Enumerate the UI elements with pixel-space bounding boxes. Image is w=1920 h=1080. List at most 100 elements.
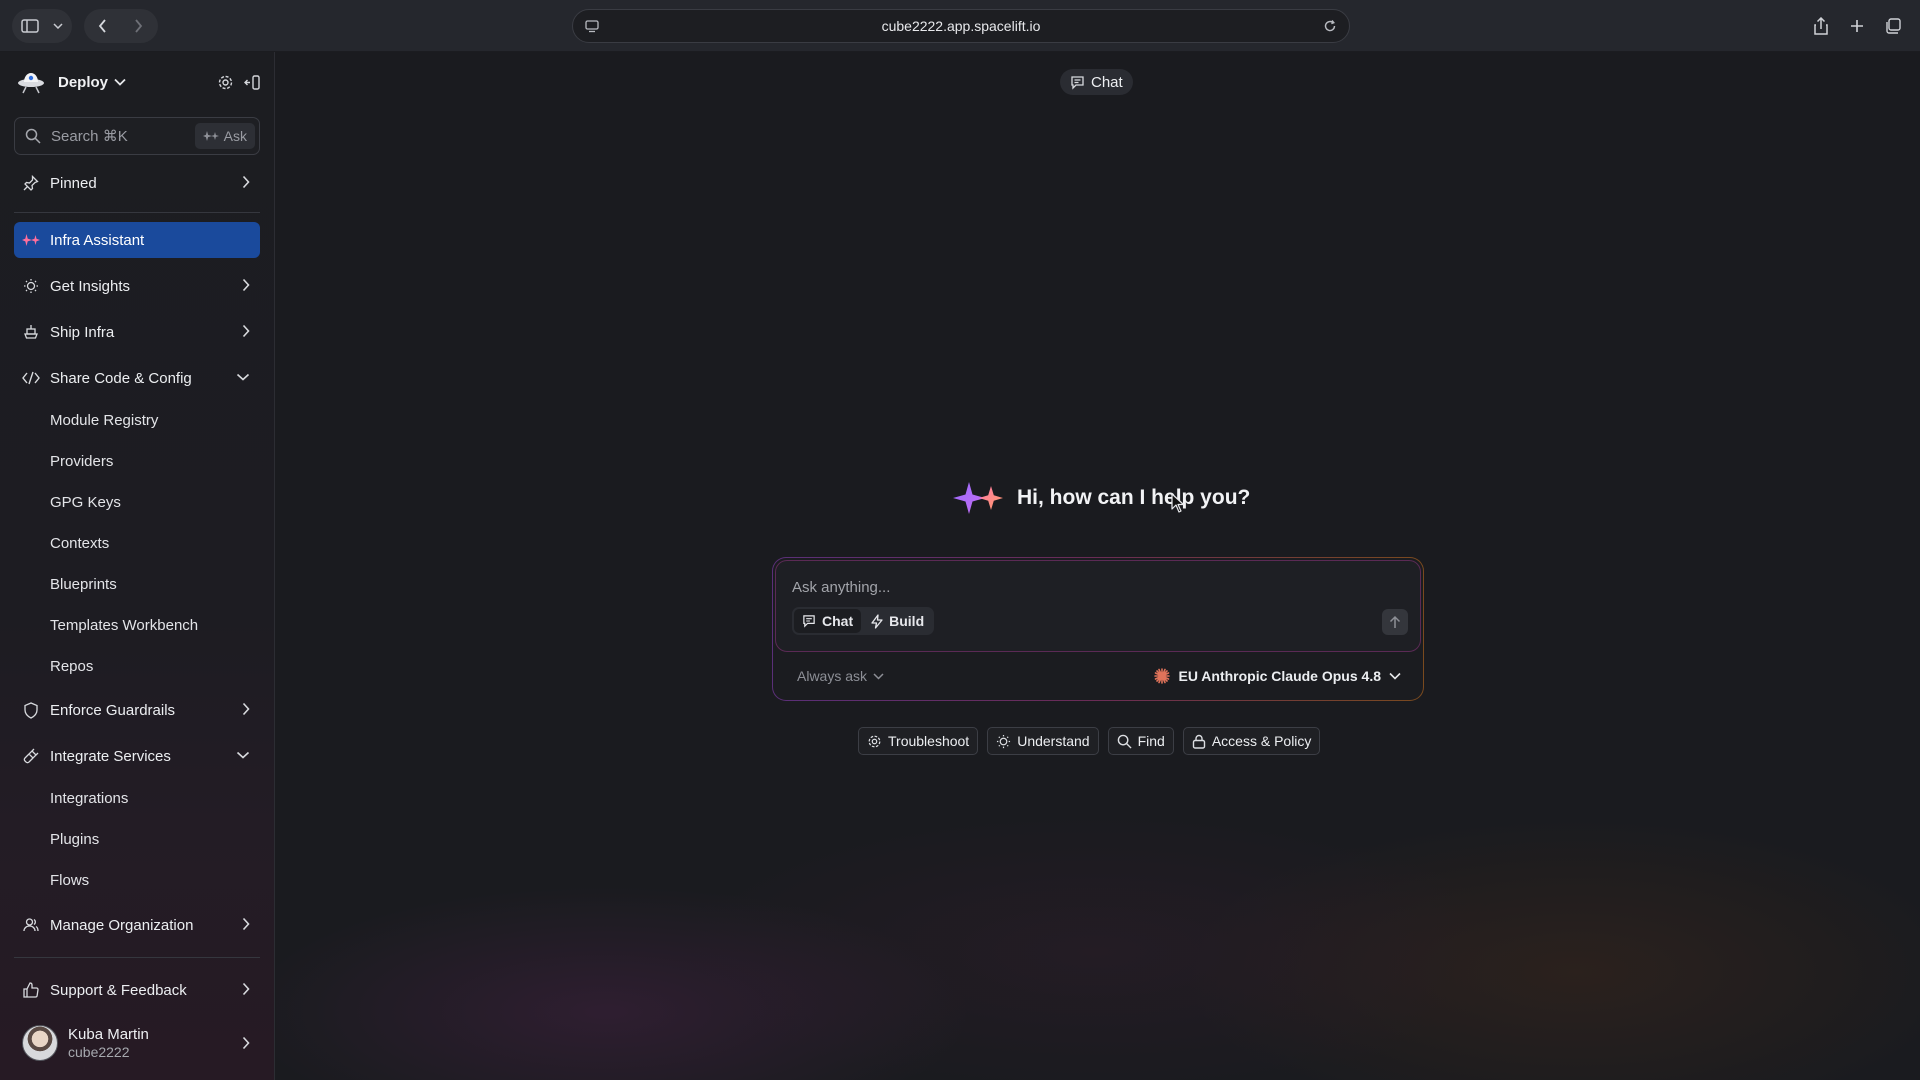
sidebar-subitem-repos[interactable]: Repos [50,652,93,680]
shield-icon [22,701,40,719]
sidebar-item-support-feedback[interactable]: Support & Feedback [14,972,260,1008]
sidebar-search[interactable]: Search ⌘K Ask [14,117,260,155]
chevron-down-icon [873,672,884,680]
tab-label: Chat [1091,73,1123,91]
mode-chat-button[interactable]: Chat [794,609,862,633]
search-icon [1117,734,1132,749]
sidebar-item-get-insights[interactable]: Get Insights [14,268,260,304]
main-content: Chat Hi, how can I help you? Ask anythin… [276,52,1920,1080]
mouse-cursor-icon [1171,493,1185,513]
user-menu[interactable]: Kuba Martin cube2222 [22,1020,262,1066]
approval-label: Always ask [797,668,868,684]
sidebar-subitem-integrations[interactable]: Integrations [50,784,128,812]
chip-label: Troubleshoot [888,733,970,749]
chat-input[interactable]: Ask anything... [792,579,890,596]
pin-icon [22,174,40,192]
address-bar[interactable]: cube2222.app.spacelift.io [572,9,1350,43]
tab-overview-icon[interactable] [1878,9,1908,43]
sidebar-subitem-contexts[interactable]: Contexts [50,529,109,557]
org-name[interactable]: Deploy [58,74,108,91]
site-settings-icon[interactable] [585,19,599,33]
ship-icon [22,323,40,341]
model-selector[interactable]: EU Anthropic Claude Opus 4.8 [1154,668,1401,684]
send-button[interactable] [1382,609,1408,635]
sidebar-item-enforce-guardrails[interactable]: Enforce Guardrails [14,692,260,728]
sidebar-item-infra-assistant[interactable]: Infra Assistant [14,222,260,258]
chevron-right-icon [242,175,250,189]
sidebar-item-integrate-services[interactable]: Integrate Services [14,738,260,774]
sidebar-item-pinned[interactable]: Pinned [14,165,260,201]
forward-arrow-icon[interactable] [120,9,156,43]
chevron-down-icon[interactable] [48,9,68,43]
chevron-right-icon [242,278,250,292]
mode-build-button[interactable]: Build [863,609,932,633]
chip-label: Access & Policy [1211,733,1312,749]
sidebar-item-label: Infra Assistant [50,231,145,249]
sidebar-divider [14,212,260,213]
chip-label: Understand [1017,733,1090,749]
lock-icon [1192,734,1206,749]
gear-icon[interactable] [217,74,234,91]
sidebar-item-manage-organization[interactable]: Manage Organization [14,907,260,943]
sidebar-toggle-group [12,9,72,43]
approval-dropdown[interactable]: Always ask [797,668,884,684]
reload-icon[interactable] [1323,19,1337,33]
sidebar-subitem-templates-workbench[interactable]: Templates Workbench [50,611,198,639]
browser-toolbar: cube2222.app.spacelift.io [0,0,1920,52]
sidebar-divider [14,957,260,958]
org-actions [217,74,261,91]
arrow-up-icon [1389,615,1401,629]
sidebar-subitem-gpg-keys[interactable]: GPG Keys [50,488,121,516]
user-name: Kuba Martin [68,1026,149,1043]
sidebar-item-label: Share Code & Config [50,369,192,387]
suggestion-find[interactable]: Find [1107,727,1174,755]
avatar [22,1025,58,1061]
suggestion-access-policy[interactable]: Access & Policy [1182,727,1321,755]
users-icon [22,916,40,934]
chevron-right-icon [242,1036,250,1050]
search-placeholder: Search ⌘K [51,128,128,145]
search-icon [25,128,41,144]
share-icon[interactable] [1806,9,1836,43]
sidebar-subitem-providers[interactable]: Providers [50,447,113,475]
lightbulb-icon [996,734,1011,749]
spacelift-logo-icon [16,67,46,97]
back-arrow-icon[interactable] [84,9,120,43]
tab-chat[interactable]: Chat [1060,69,1133,95]
sidebar-subitem-flows[interactable]: Flows [50,866,89,894]
suggestion-understand[interactable]: Understand [987,727,1099,755]
plug-icon [22,747,40,765]
mode-label: Chat [822,613,854,629]
new-tab-icon[interactable] [1842,9,1872,43]
suggestion-troubleshoot[interactable]: Troubleshoot [858,727,979,755]
collapse-sidebar-icon[interactable] [244,74,261,91]
sidebar-subitem-plugins[interactable]: Plugins [50,825,99,853]
sidebar: Deploy Search ⌘K Ask Pinned Infra Assist… [0,52,275,1080]
sidebar-subitem-module-registry[interactable]: Module Registry [50,406,158,434]
sparkle-logo-icon [953,480,1005,516]
mode-toggle: Chat Build [792,607,935,635]
sidebar-subitem-blueprints[interactable]: Blueprints [50,570,117,598]
user-handle: cube2222 [68,1044,130,1060]
anthropic-logo-icon [1154,668,1171,684]
ask-label: Ask [223,128,247,144]
composer-container: Ask anything... Chat Build Always ask EU… [773,558,1423,700]
sidebar-toggle-icon[interactable] [12,9,48,43]
sidebar-item-label: Enforce Guardrails [50,701,176,719]
user-info: Kuba Martin cube2222 [68,1026,149,1060]
sidebar-item-share-code-config[interactable]: Share Code & Config [14,360,260,396]
sidebar-item-label: Manage Organization [50,916,194,934]
sidebar-item-label: Get Insights [50,277,131,295]
chevron-down-icon [236,373,250,381]
lightning-icon [871,613,883,629]
mode-label: Build [889,613,925,629]
sidebar-item-ship-infra[interactable]: Ship Infra [14,314,260,350]
ask-button[interactable]: Ask [194,123,255,149]
chevron-down-icon [1389,672,1401,680]
chevron-right-icon [242,917,250,931]
composer: Ask anything... Chat Build [775,560,1421,652]
chip-label: Find [1137,733,1165,749]
sidebar-item-label: Pinned [50,174,97,192]
lightbulb-icon [22,277,40,295]
chevron-down-icon[interactable] [114,78,126,86]
